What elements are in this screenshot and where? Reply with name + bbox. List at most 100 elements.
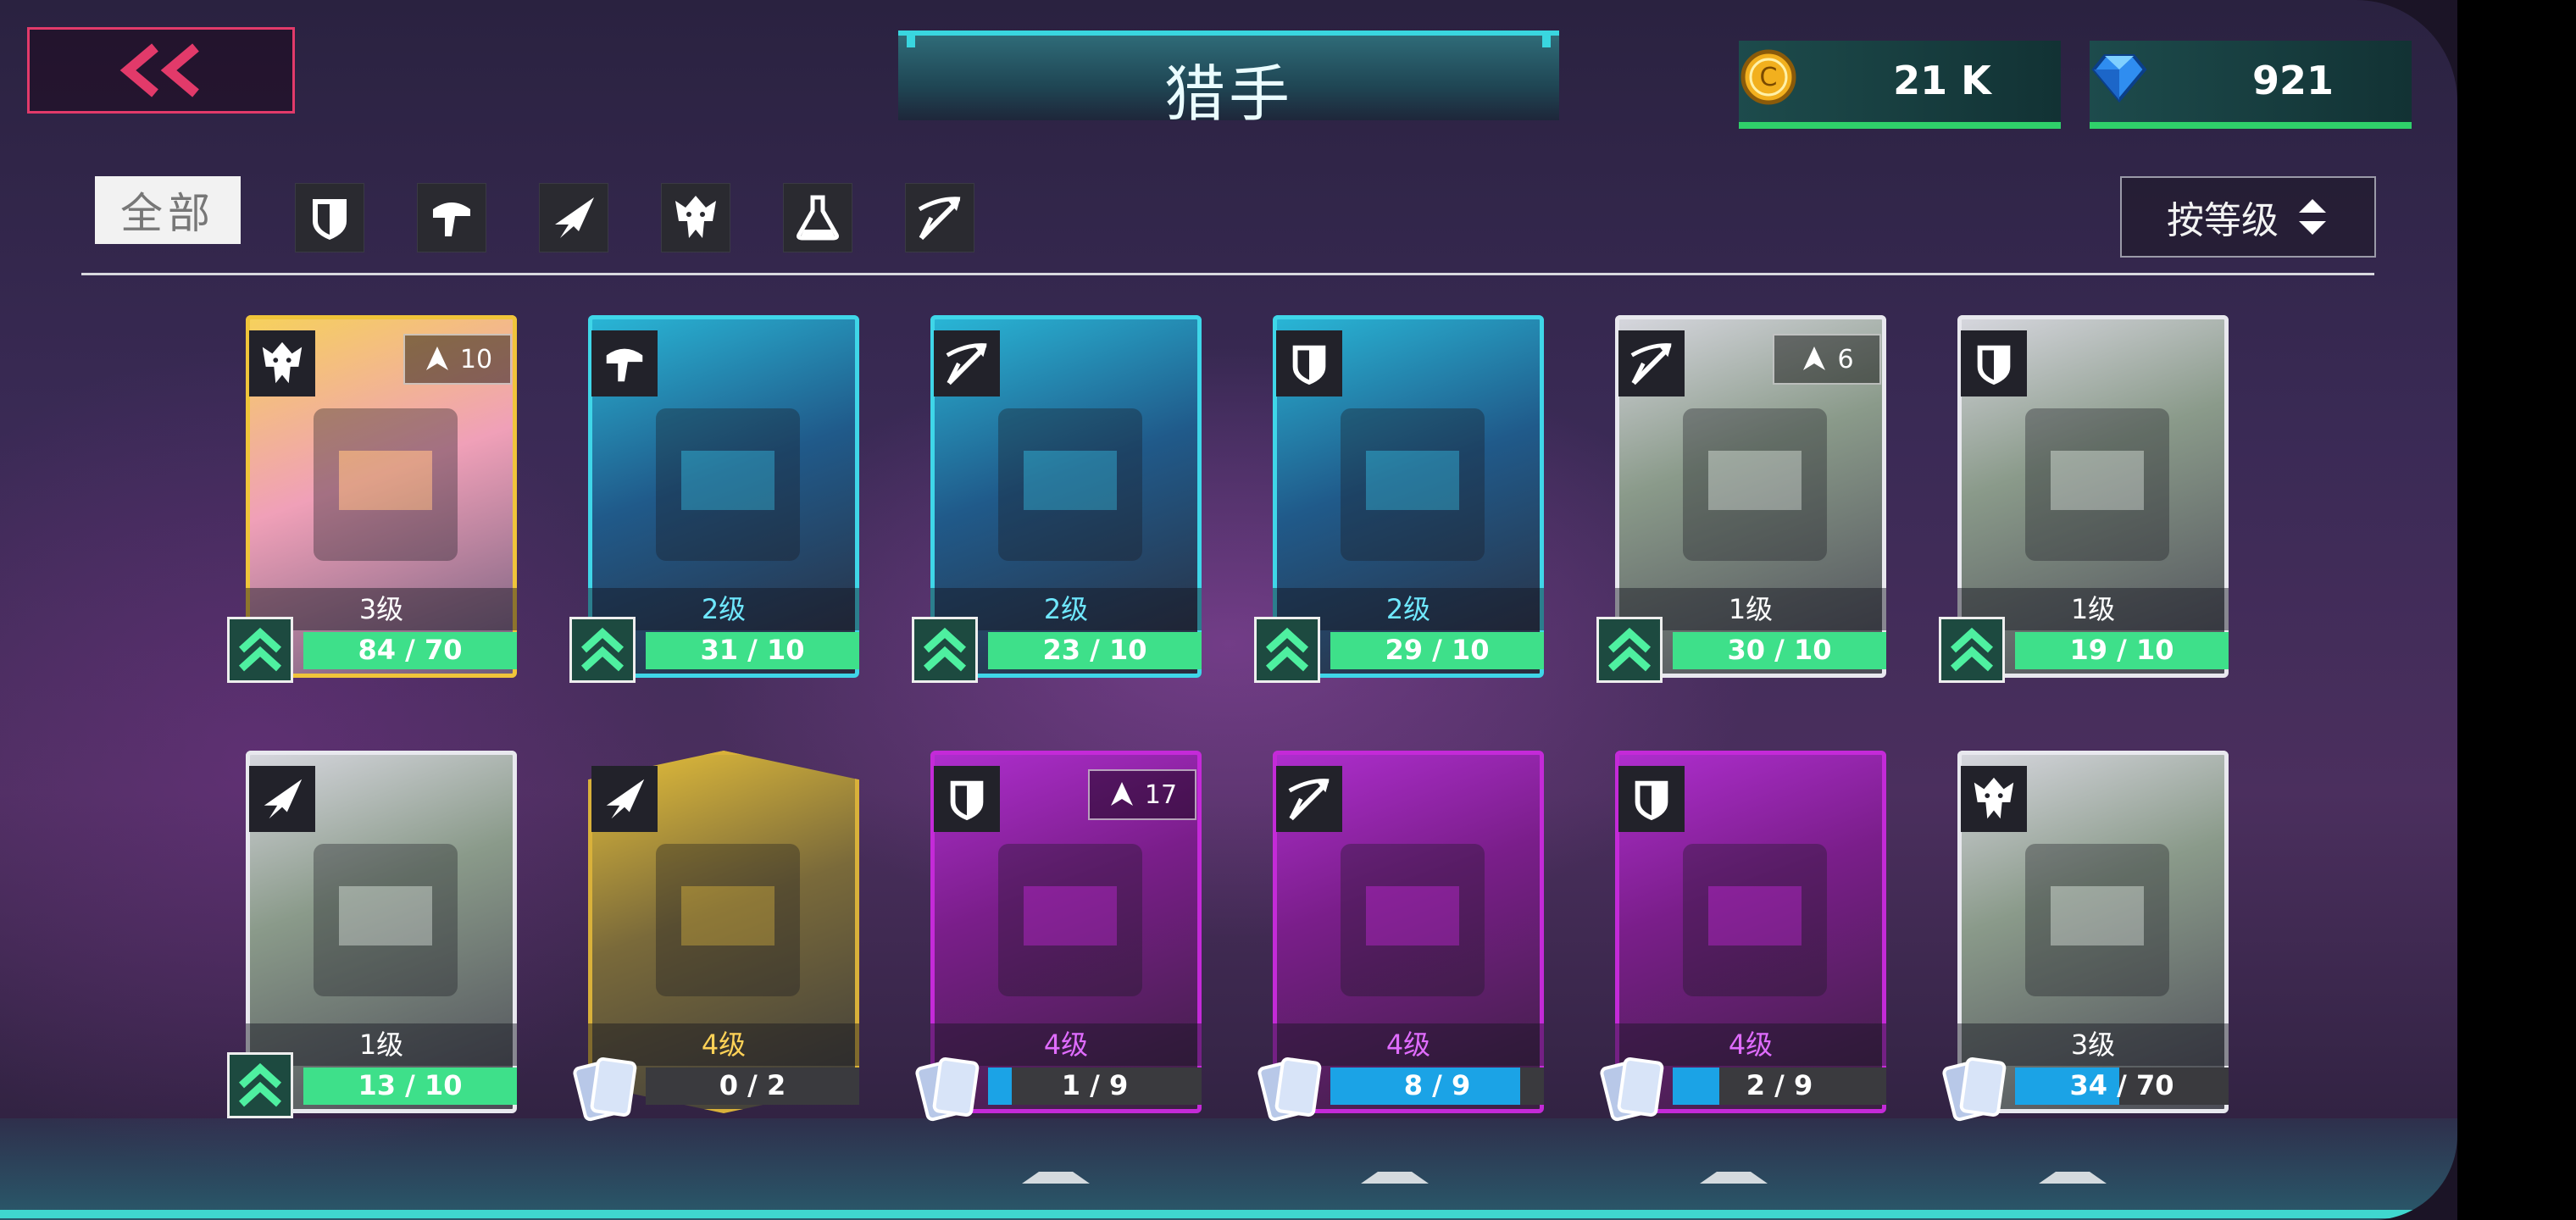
progress-text: 2 / 9 bbox=[1746, 1069, 1813, 1101]
progress-text: 23 / 10 bbox=[1042, 634, 1147, 666]
card-shards-icon bbox=[915, 1057, 980, 1122]
card-shards-icon bbox=[1600, 1057, 1664, 1122]
hero-card[interactable]: 2级 29 / 10 bbox=[1254, 315, 1544, 683]
rank-emblem-icon bbox=[1110, 782, 1133, 806]
coin-counter[interactable]: C 21 K bbox=[1739, 41, 2061, 129]
flask-icon bbox=[797, 195, 839, 241]
card-progress-bar: 31 / 10 bbox=[646, 632, 859, 669]
upgrade-button[interactable] bbox=[569, 617, 636, 683]
helmet-icon bbox=[433, 202, 470, 236]
hero-card[interactable]: 3级 34 / 70 bbox=[1942, 751, 2229, 1122]
upgrade-button[interactable] bbox=[227, 1052, 293, 1118]
filter-sniper-button[interactable] bbox=[539, 183, 608, 252]
hero-card[interactable]: 4级 0 / 2 bbox=[573, 751, 859, 1122]
card-progress-bar: 84 / 70 bbox=[303, 632, 517, 669]
class-badge bbox=[249, 330, 315, 396]
level-text: 4级 bbox=[1043, 1029, 1089, 1061]
scroll-indicator bbox=[1361, 1171, 1429, 1184]
double-chevron-up-icon bbox=[1607, 627, 1652, 672]
level-text: 2级 bbox=[1385, 593, 1431, 625]
progress-text: 84 / 70 bbox=[358, 634, 463, 666]
filter-mage-button[interactable] bbox=[661, 183, 730, 252]
rank-emblem-icon bbox=[425, 347, 448, 370]
hero-card[interactable]: 2级 31 / 10 bbox=[569, 315, 859, 683]
spiky-mask-icon bbox=[675, 196, 716, 238]
progress-text: 8 / 9 bbox=[1403, 1069, 1471, 1101]
progress-text: 1 / 9 bbox=[1061, 1069, 1129, 1101]
class-badge bbox=[1961, 330, 2027, 396]
level-text: 3级 bbox=[2070, 1029, 2116, 1061]
background-floor bbox=[0, 1118, 2457, 1220]
level-text: 4级 bbox=[1385, 1029, 1431, 1061]
card-progress-bar: 1 / 9 bbox=[988, 1068, 1202, 1105]
card-progress-bar: 30 / 10 bbox=[1673, 632, 1886, 669]
shard-count: 17 bbox=[1144, 779, 1178, 810]
progress-text: 31 / 10 bbox=[700, 634, 805, 666]
hero-card[interactable]: 1级 13 / 10 bbox=[227, 751, 517, 1118]
sort-label: 按等级 bbox=[2167, 199, 2279, 242]
filter-divider bbox=[81, 273, 2374, 275]
gem-counter[interactable]: 921 bbox=[2090, 41, 2412, 129]
filter-all-button[interactable]: 全部 bbox=[95, 176, 241, 244]
class-badge bbox=[1276, 766, 1342, 832]
level-text: 4级 bbox=[1728, 1029, 1774, 1061]
hero-card[interactable]: 6 1级 30 / 10 bbox=[1596, 315, 1886, 683]
upgrade-button[interactable] bbox=[912, 617, 978, 683]
shield-icon bbox=[950, 780, 984, 821]
back-button[interactable] bbox=[27, 27, 295, 114]
upgrade-button[interactable] bbox=[1939, 617, 2005, 683]
card-shards-icon bbox=[1257, 1057, 1322, 1122]
filter-helmet-button[interactable] bbox=[417, 183, 486, 252]
coin-icon: C bbox=[1740, 49, 1796, 105]
upgrade-button[interactable] bbox=[1596, 617, 1663, 683]
class-badge bbox=[934, 330, 1000, 396]
double-chevron-up-icon bbox=[238, 1062, 282, 1107]
card-progress-bar: 2 / 9 bbox=[1673, 1068, 1886, 1105]
progress-text: 30 / 10 bbox=[1727, 634, 1832, 666]
class-badge bbox=[249, 766, 315, 832]
shard-count-badge: 17 bbox=[1088, 769, 1196, 820]
paper-plane-icon bbox=[555, 197, 594, 238]
shard-count: 10 bbox=[459, 344, 493, 374]
hero-card[interactable]: 10 3级 84 / 70 bbox=[227, 315, 517, 683]
filter-shield-button[interactable] bbox=[295, 183, 364, 252]
crossbow-icon bbox=[1630, 343, 1672, 385]
shard-count-badge: 10 bbox=[403, 334, 512, 385]
class-badge bbox=[1618, 766, 1685, 832]
double-chevron-up-icon bbox=[923, 627, 967, 672]
card-progress-bar: 8 / 9 bbox=[1330, 1068, 1544, 1105]
hero-card[interactable]: 1级 19 / 10 bbox=[1939, 315, 2229, 683]
double-chevron-left-icon bbox=[119, 43, 199, 97]
sort-arrows-icon bbox=[2299, 199, 2326, 235]
upgrade-button[interactable] bbox=[1254, 617, 1320, 683]
shield-icon bbox=[1292, 345, 1326, 385]
upgrade-button[interactable] bbox=[227, 617, 293, 683]
double-chevron-up-icon bbox=[1265, 627, 1309, 672]
double-chevron-up-icon bbox=[238, 627, 282, 672]
filter-flask-button[interactable] bbox=[783, 183, 852, 252]
hero-card[interactable]: 4级 2 / 9 bbox=[1600, 751, 1886, 1122]
shard-count: 6 bbox=[1837, 344, 1854, 374]
class-badge bbox=[1961, 766, 2027, 832]
level-text: 1级 bbox=[358, 1029, 404, 1061]
helmet-icon bbox=[606, 348, 643, 382]
card-progress-bar: 19 / 10 bbox=[2015, 632, 2229, 669]
shield-icon bbox=[1977, 345, 2011, 385]
filter-crossbow-button[interactable] bbox=[905, 183, 974, 252]
screen-edge bbox=[2457, 0, 2576, 1220]
double-chevron-up-icon bbox=[1950, 627, 1994, 672]
hero-card[interactable]: 2级 23 / 10 bbox=[912, 315, 1202, 683]
card-progress-bar: 29 / 10 bbox=[1330, 632, 1544, 669]
progress-text: 0 / 2 bbox=[719, 1069, 786, 1101]
hero-card[interactable]: 17 4级 1 / 9 bbox=[915, 751, 1202, 1122]
hero-card[interactable]: 4级 8 / 9 bbox=[1257, 751, 1544, 1122]
class-badge bbox=[934, 766, 1000, 832]
shard-count-badge: 6 bbox=[1773, 334, 1881, 385]
bottom-glow-line bbox=[0, 1210, 2457, 1218]
progress-text: 13 / 10 bbox=[358, 1069, 463, 1101]
svg-text:C: C bbox=[1760, 63, 1778, 92]
crossbow-icon bbox=[1288, 779, 1330, 821]
sort-by-level-button[interactable]: 按等级 bbox=[2120, 176, 2376, 258]
level-text: 2级 bbox=[1043, 593, 1089, 625]
level-text: 2级 bbox=[701, 593, 747, 625]
